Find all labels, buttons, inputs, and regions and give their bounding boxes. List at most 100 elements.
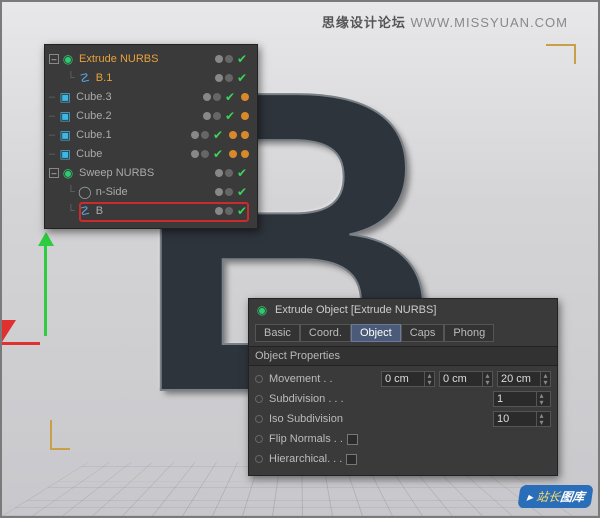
layer-dot-icon[interactable] bbox=[191, 131, 199, 139]
tree-item-label[interactable]: Cube.1 bbox=[76, 129, 111, 141]
tree-row[interactable]: └☡B✔ bbox=[49, 201, 253, 220]
param-dot-icon bbox=[255, 395, 263, 403]
cube-icon: ▣ bbox=[58, 147, 72, 161]
visibility-check-icon[interactable]: ✔ bbox=[213, 147, 223, 161]
selection-bracket bbox=[546, 44, 576, 64]
param-dot-icon bbox=[255, 455, 263, 463]
visibility-check-icon[interactable]: ✔ bbox=[225, 90, 235, 104]
tree-item-label[interactable]: Cube bbox=[76, 148, 102, 160]
tag-icon[interactable] bbox=[241, 93, 249, 101]
layer-dot-icon[interactable] bbox=[215, 55, 223, 63]
watermark-text: 思缘设计论坛 WWW.MISSYUAN.COM bbox=[322, 12, 568, 31]
iso-subdivision-input[interactable]: ▴▾ bbox=[493, 411, 551, 427]
subdivision-input[interactable]: ▴▾ bbox=[493, 391, 551, 407]
layer-dot-icon[interactable] bbox=[201, 150, 209, 158]
hierarchical-checkbox[interactable] bbox=[346, 454, 357, 465]
layer-dot-icon[interactable] bbox=[215, 169, 223, 177]
layer-dot-icon[interactable] bbox=[203, 112, 211, 120]
layer-dot-icon[interactable] bbox=[225, 188, 233, 196]
tree-branch-icon: – bbox=[49, 148, 55, 160]
tree-row[interactable]: –▣ Cube.3 ✔ bbox=[49, 87, 253, 106]
tab-caps[interactable]: Caps bbox=[401, 324, 445, 342]
layer-dot-icon[interactable] bbox=[191, 150, 199, 158]
nurbs-icon: ◉ bbox=[255, 303, 269, 317]
prop-label: Movement . . bbox=[269, 373, 333, 385]
tree-branch-icon: └ bbox=[67, 72, 75, 84]
cube-icon: ▣ bbox=[58, 128, 72, 142]
layer-dot-icon[interactable] bbox=[201, 131, 209, 139]
flip-normals-checkbox[interactable] bbox=[347, 434, 358, 445]
layer-dot-icon[interactable] bbox=[215, 188, 223, 196]
tree-row[interactable]: –◉ Sweep NURBS ✔ bbox=[49, 163, 253, 182]
expand-toggle-icon[interactable]: – bbox=[49, 54, 59, 64]
layer-dot-icon[interactable] bbox=[215, 74, 223, 82]
attribute-title: Extrude Object [Extrude NURBS] bbox=[275, 304, 436, 316]
prop-label: Iso Subdivision bbox=[269, 413, 343, 425]
tag-icon[interactable] bbox=[241, 150, 249, 158]
expand-toggle-icon[interactable]: – bbox=[49, 168, 59, 178]
movement-z-input[interactable]: ▴▾ bbox=[497, 371, 551, 387]
tree-item-label[interactable]: Sweep NURBS bbox=[79, 167, 154, 179]
tree-branch-icon: └ bbox=[67, 186, 75, 198]
tree-row[interactable]: └☡ B.1 ✔ bbox=[49, 68, 253, 87]
axis-y-gizmo[interactable] bbox=[44, 232, 54, 336]
nurbs-icon: ◉ bbox=[61, 166, 75, 180]
tree-branch-icon: – bbox=[49, 110, 55, 122]
attribute-manager-panel: ◉ Extrude Object [Extrude NURBS] BasicCo… bbox=[248, 298, 558, 476]
prop-hierarchical: Hierarchical. . . bbox=[255, 449, 551, 469]
tree-item-label[interactable]: Cube.2 bbox=[76, 110, 111, 122]
visibility-check-icon[interactable]: ✔ bbox=[213, 128, 223, 142]
section-header: Object Properties bbox=[249, 346, 557, 366]
param-dot-icon bbox=[255, 375, 263, 383]
visibility-check-icon[interactable]: ✔ bbox=[237, 71, 247, 85]
tree-row[interactable]: –▣Cube.2✔ bbox=[49, 106, 253, 125]
tag-icon[interactable] bbox=[229, 131, 237, 139]
visibility-check-icon[interactable]: ✔ bbox=[237, 166, 247, 180]
tree-branch-icon: – bbox=[49, 91, 55, 103]
tree-row[interactable]: –▣ Cube ✔ bbox=[49, 144, 253, 163]
tab-object[interactable]: Object bbox=[351, 324, 401, 342]
tree-branch-icon: – bbox=[49, 129, 55, 141]
tag-icon[interactable] bbox=[229, 150, 237, 158]
visibility-check-icon[interactable]: ✔ bbox=[237, 204, 247, 218]
visibility-check-icon[interactable]: ✔ bbox=[225, 109, 235, 123]
layer-dot-icon[interactable] bbox=[225, 74, 233, 82]
layer-dot-icon[interactable] bbox=[213, 93, 221, 101]
tab-phong[interactable]: Phong bbox=[444, 324, 494, 342]
tree-row[interactable]: –◉ Extrude NURBS ✔ bbox=[49, 49, 253, 68]
layer-dot-icon[interactable] bbox=[225, 169, 233, 177]
object-manager-panel: –◉Extrude NURBS✔└☡B.1✔–▣Cube.3✔–▣Cube.2✔… bbox=[44, 44, 258, 229]
tag-icon[interactable] bbox=[241, 112, 249, 120]
layer-dot-icon[interactable] bbox=[225, 55, 233, 63]
tree-row[interactable]: –▣ Cube.1 ✔ bbox=[49, 125, 253, 144]
visibility-check-icon[interactable]: ✔ bbox=[237, 52, 247, 66]
watermark-badge: ▸ 站长图库 bbox=[517, 485, 594, 508]
movement-x-input[interactable]: ▴▾ bbox=[381, 371, 435, 387]
prop-label: Flip Normals . . bbox=[269, 433, 343, 445]
movement-y-input[interactable]: ▴▾ bbox=[439, 371, 493, 387]
layer-dot-icon[interactable] bbox=[225, 207, 233, 215]
nurbs-icon: ◉ bbox=[61, 52, 75, 66]
param-dot-icon bbox=[255, 435, 263, 443]
visibility-check-icon[interactable]: ✔ bbox=[237, 185, 247, 199]
tree-item-label[interactable]: n-Side bbox=[96, 186, 128, 198]
param-dot-icon bbox=[255, 415, 263, 423]
prop-label: Subdivision . . . bbox=[269, 393, 344, 405]
tree-row[interactable]: └◯n-Side✔ bbox=[49, 182, 253, 201]
tree-item-label[interactable]: B bbox=[96, 205, 103, 217]
axis-x-gizmo[interactable] bbox=[2, 342, 40, 345]
layer-dot-icon[interactable] bbox=[215, 207, 223, 215]
prop-movement: Movement . . ▴▾ ▴▾ ▴▾ bbox=[255, 369, 551, 389]
tree-item-label[interactable]: Cube.3 bbox=[76, 91, 111, 103]
tab-coord[interactable]: Coord. bbox=[300, 324, 351, 342]
attribute-tabs: BasicCoord.ObjectCapsPhong bbox=[249, 321, 557, 346]
cube-icon: ▣ bbox=[58, 90, 72, 104]
tag-icon[interactable] bbox=[241, 131, 249, 139]
tab-basic[interactable]: Basic bbox=[255, 324, 300, 342]
layer-dot-icon[interactable] bbox=[213, 112, 221, 120]
tree-item-label[interactable]: B.1 bbox=[96, 72, 113, 84]
layer-dot-icon[interactable] bbox=[203, 93, 211, 101]
spline-icon: ☡ bbox=[78, 71, 92, 85]
tree-branch-icon: └ bbox=[67, 205, 75, 217]
tree-item-label[interactable]: Extrude NURBS bbox=[79, 53, 158, 65]
